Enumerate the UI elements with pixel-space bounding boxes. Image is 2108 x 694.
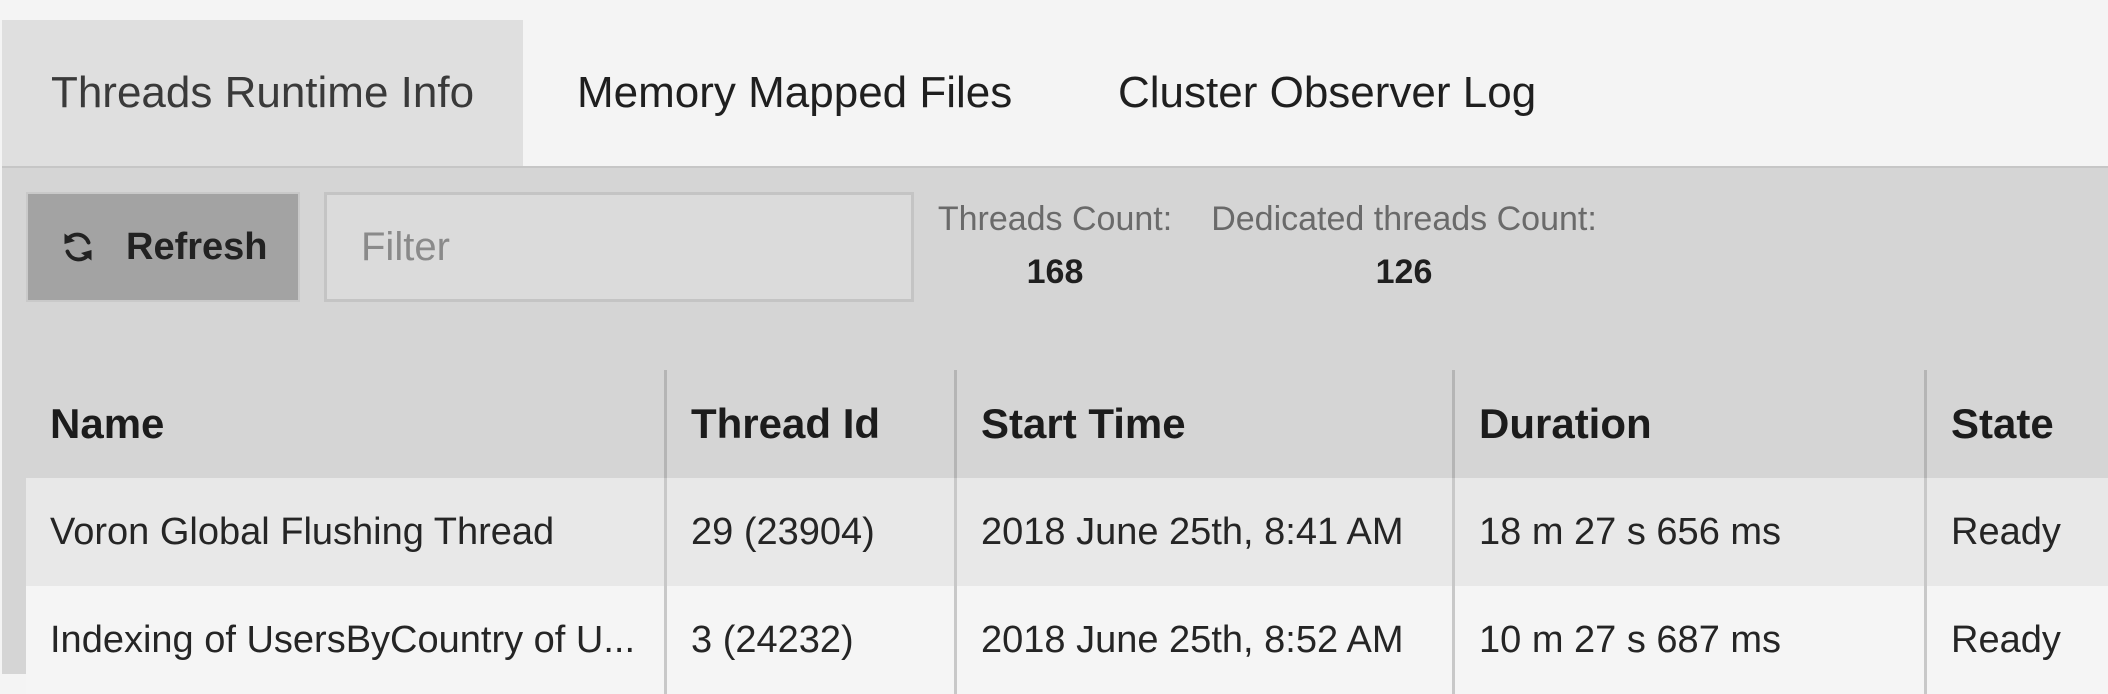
- column-header-duration[interactable]: Duration: [1452, 370, 1924, 478]
- cell-start-time: 2018 June 25th, 8:41 AM: [954, 478, 1452, 586]
- tab-bar: Threads Runtime Info Memory Mapped Files…: [0, 0, 2108, 166]
- threads-count-label: Threads Count:: [937, 200, 1173, 238]
- threads-count-stat: Threads Count: 168: [932, 200, 1178, 292]
- cell-start-time: 2018 June 25th, 8:52 AM: [954, 586, 1452, 694]
- tab-cluster-observer-log[interactable]: Cluster Observer Log: [1118, 20, 1536, 166]
- refresh-icon: [56, 225, 100, 269]
- dedicated-threads-count-label: Dedicated threads Count:: [1211, 200, 1597, 238]
- tab-memory-mapped-files[interactable]: Memory Mapped Files: [577, 20, 1012, 166]
- column-header-thread-id[interactable]: Thread Id: [664, 370, 954, 478]
- threads-panel: Refresh Threads Count: 168 Dedicated thr…: [2, 166, 2108, 694]
- table-header: Name Thread Id Start Time Duration State: [26, 370, 2108, 478]
- cell-name: Voron Global Flushing Thread: [50, 510, 555, 553]
- filter-input[interactable]: [324, 192, 914, 302]
- cell-thread-id: 3 (24232): [664, 586, 954, 694]
- refresh-button[interactable]: Refresh: [26, 192, 300, 302]
- cell-thread-id: 29 (23904): [664, 478, 954, 586]
- cell-duration: 18 m 27 s 656 ms: [1452, 478, 1924, 586]
- dedicated-threads-count-value: 126: [1375, 253, 1433, 291]
- refresh-label: Refresh: [126, 225, 268, 268]
- dedicated-threads-count-stat: Dedicated threads Count: 126: [1198, 200, 1610, 292]
- column-header-state[interactable]: State: [1924, 370, 2108, 478]
- cell-state: Ready: [1924, 478, 2108, 586]
- tab-threads-runtime-info[interactable]: Threads Runtime Info: [2, 20, 523, 166]
- threads-count-value: 168: [1026, 253, 1084, 291]
- cell-duration: 10 m 27 s 687 ms: [1452, 586, 1924, 694]
- cell-state: Ready: [1924, 586, 2108, 694]
- threads-table: Name Thread Id Start Time Duration State…: [26, 370, 2108, 694]
- cell-name: Indexing of UsersByCountry of U...: [50, 618, 636, 661]
- column-header-name[interactable]: Name: [26, 370, 664, 478]
- column-header-start-time[interactable]: Start Time: [954, 370, 1452, 478]
- table-row[interactable]: Indexing of UsersByCountry of U... 3 (24…: [26, 586, 2108, 694]
- table-row[interactable]: Voron Global Flushing Thread 29 (23904) …: [26, 478, 2108, 586]
